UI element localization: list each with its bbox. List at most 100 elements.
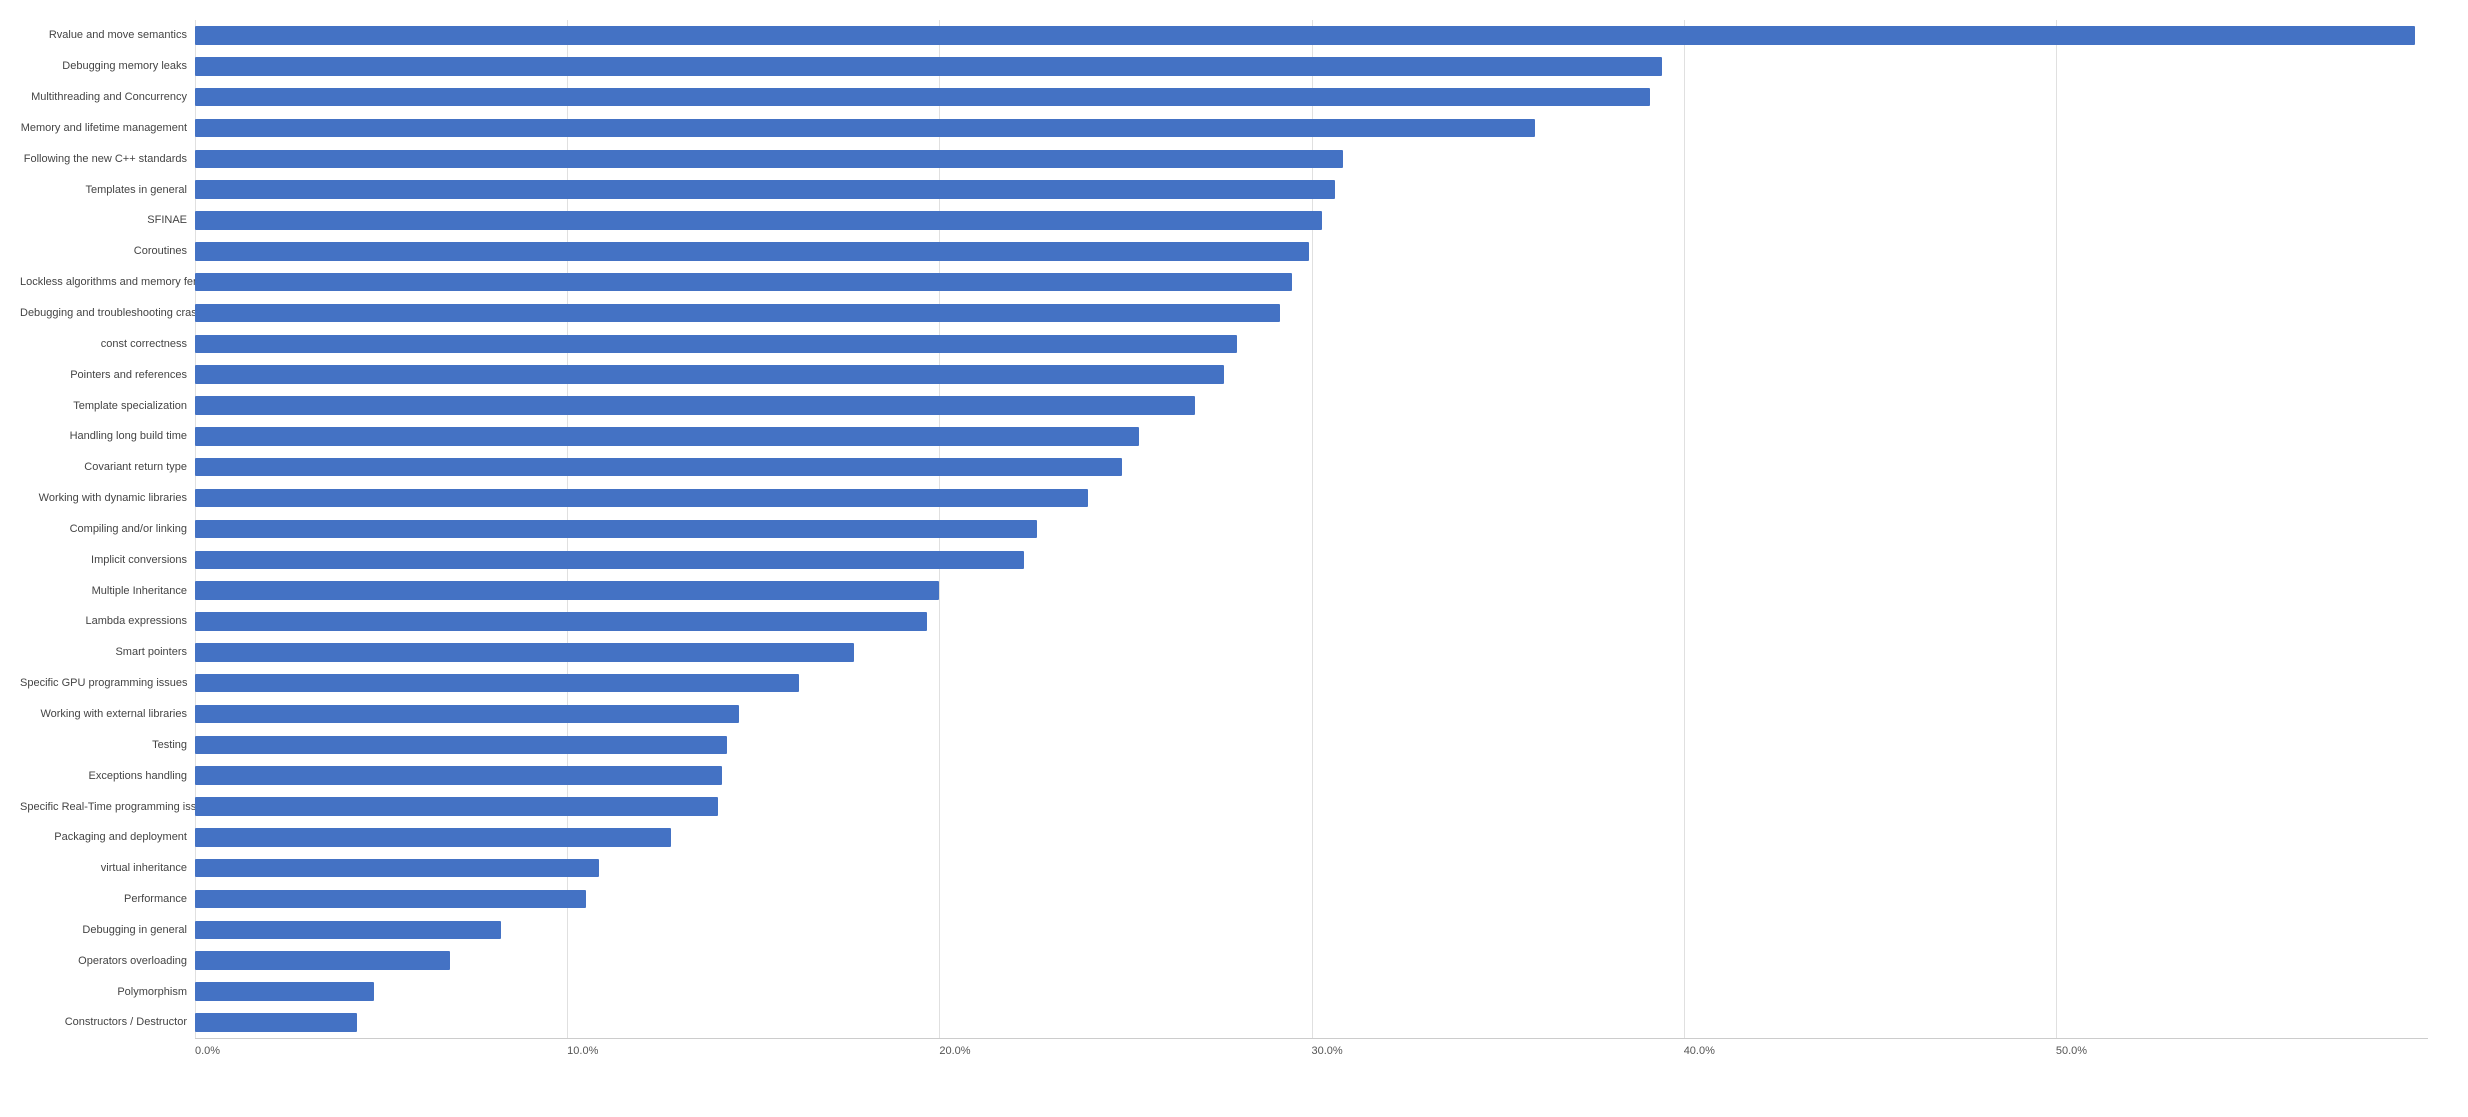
x-tick: 30.0% (1312, 1045, 1684, 1057)
bar-label: Debugging memory leaks (20, 60, 195, 72)
bar-track (195, 921, 2428, 940)
bar-label: Debugging in general (20, 924, 195, 936)
bar-label: Multithreading and Concurrency (20, 91, 195, 103)
bar-row: Multiple Inheritance (20, 575, 2428, 606)
bar-track (195, 951, 2428, 970)
bar-label: Memory and lifetime management (20, 122, 195, 134)
bar-row: Performance (20, 884, 2428, 915)
bar-track (195, 273, 2428, 292)
bar-track (195, 982, 2428, 1001)
bar-row: Debugging memory leaks (20, 51, 2428, 82)
bar-fill (195, 273, 1292, 292)
bar-label: Working with dynamic libraries (20, 492, 195, 504)
bar-track (195, 705, 2428, 724)
bar-track (195, 119, 2428, 138)
x-tick: 10.0% (567, 1045, 939, 1057)
bar-fill (195, 643, 854, 662)
bar-label: Multiple Inheritance (20, 585, 195, 597)
bar-fill (195, 982, 374, 1001)
bar-fill (195, 211, 1322, 230)
bar-row: SFINAE (20, 205, 2428, 236)
bar-track (195, 643, 2428, 662)
bar-fill (195, 581, 939, 600)
bar-label: Handling long build time (20, 430, 195, 442)
x-tick: 20.0% (939, 1045, 1311, 1057)
bar-label: const correctness (20, 338, 195, 350)
bar-label: Constructors / Destructor (20, 1016, 195, 1028)
bar-row: Rvalue and move semantics (20, 20, 2428, 51)
bar-row: Specific GPU programming issues (20, 668, 2428, 699)
bar-fill (195, 1013, 357, 1032)
bar-label: Packaging and deployment (20, 831, 195, 843)
bar-track (195, 828, 2428, 847)
bar-row: Templates in general (20, 174, 2428, 205)
bar-row: Specific Real-Time programming issues (20, 791, 2428, 822)
bars-section: Rvalue and move semantics Debugging memor… (20, 20, 2428, 1038)
bar-track (195, 26, 2428, 45)
bar-fill (195, 705, 739, 724)
bar-row: Implicit conversions (20, 544, 2428, 575)
bar-row: Constructors / Destructor (20, 1007, 2428, 1038)
chart-area: Rvalue and move semantics Debugging memor… (20, 20, 2428, 1057)
bar-label: Compiling and/or linking (20, 523, 195, 535)
bar-track (195, 797, 2428, 816)
bar-track (195, 551, 2428, 570)
bar-fill (195, 951, 450, 970)
bar-label: Templates in general (20, 184, 195, 196)
bar-track (195, 458, 2428, 477)
bar-label: Polymorphism (20, 986, 195, 998)
bar-label: Implicit conversions (20, 554, 195, 566)
bar-fill (195, 396, 1195, 415)
bar-label: Debugging and troubleshooting crashes (20, 307, 195, 319)
bar-fill (195, 921, 501, 940)
bar-fill (195, 88, 1650, 107)
bar-track (195, 674, 2428, 693)
bar-fill (195, 458, 1122, 477)
bar-fill (195, 736, 727, 755)
bar-row: Handling long build time (20, 421, 2428, 452)
bar-track (195, 150, 2428, 169)
bar-track (195, 304, 2428, 323)
bar-row: Memory and lifetime management (20, 113, 2428, 144)
bar-label: virtual inheritance (20, 862, 195, 874)
bar-fill (195, 859, 599, 878)
bar-label: Specific GPU programming issues (20, 677, 195, 689)
bar-fill (195, 766, 722, 785)
bar-row: Debugging and troubleshooting crashes (20, 298, 2428, 329)
bar-track (195, 242, 2428, 261)
bar-track (195, 211, 2428, 230)
bar-row: Lambda expressions (20, 606, 2428, 637)
bar-label: Operators overloading (20, 955, 195, 967)
bar-track (195, 859, 2428, 878)
bar-fill (195, 180, 1335, 199)
x-tick: 40.0% (1684, 1045, 2056, 1057)
bar-label: Working with external libraries (20, 708, 195, 720)
bar-row: Operators overloading (20, 945, 2428, 976)
chart-container: Rvalue and move semantics Debugging memor… (0, 0, 2468, 1117)
bar-fill (195, 365, 1224, 384)
bar-row: Testing (20, 729, 2428, 760)
bar-row: Polymorphism (20, 976, 2428, 1007)
bar-track (195, 365, 2428, 384)
bar-label: Pointers and references (20, 369, 195, 381)
bar-track (195, 427, 2428, 446)
bar-fill (195, 674, 799, 693)
bar-fill (195, 551, 1024, 570)
bar-row: Working with external libraries (20, 699, 2428, 730)
bar-fill (195, 890, 586, 909)
bar-track (195, 766, 2428, 785)
bar-track (195, 396, 2428, 415)
bar-row: Coroutines (20, 236, 2428, 267)
bar-row: Exceptions handling (20, 760, 2428, 791)
bar-label: Lambda expressions (20, 615, 195, 627)
bar-row: const correctness (20, 328, 2428, 359)
bar-track (195, 88, 2428, 107)
bar-row: Packaging and deployment (20, 822, 2428, 853)
bar-row: Working with dynamic libraries (20, 483, 2428, 514)
bar-track (195, 335, 2428, 354)
bar-label: SFINAE (20, 214, 195, 226)
bar-row: Multithreading and Concurrency (20, 82, 2428, 113)
bar-row: Pointers and references (20, 359, 2428, 390)
bar-label: Covariant return type (20, 461, 195, 473)
x-axis: 0.0%10.0%20.0%30.0%40.0%50.0% (195, 1038, 2428, 1057)
